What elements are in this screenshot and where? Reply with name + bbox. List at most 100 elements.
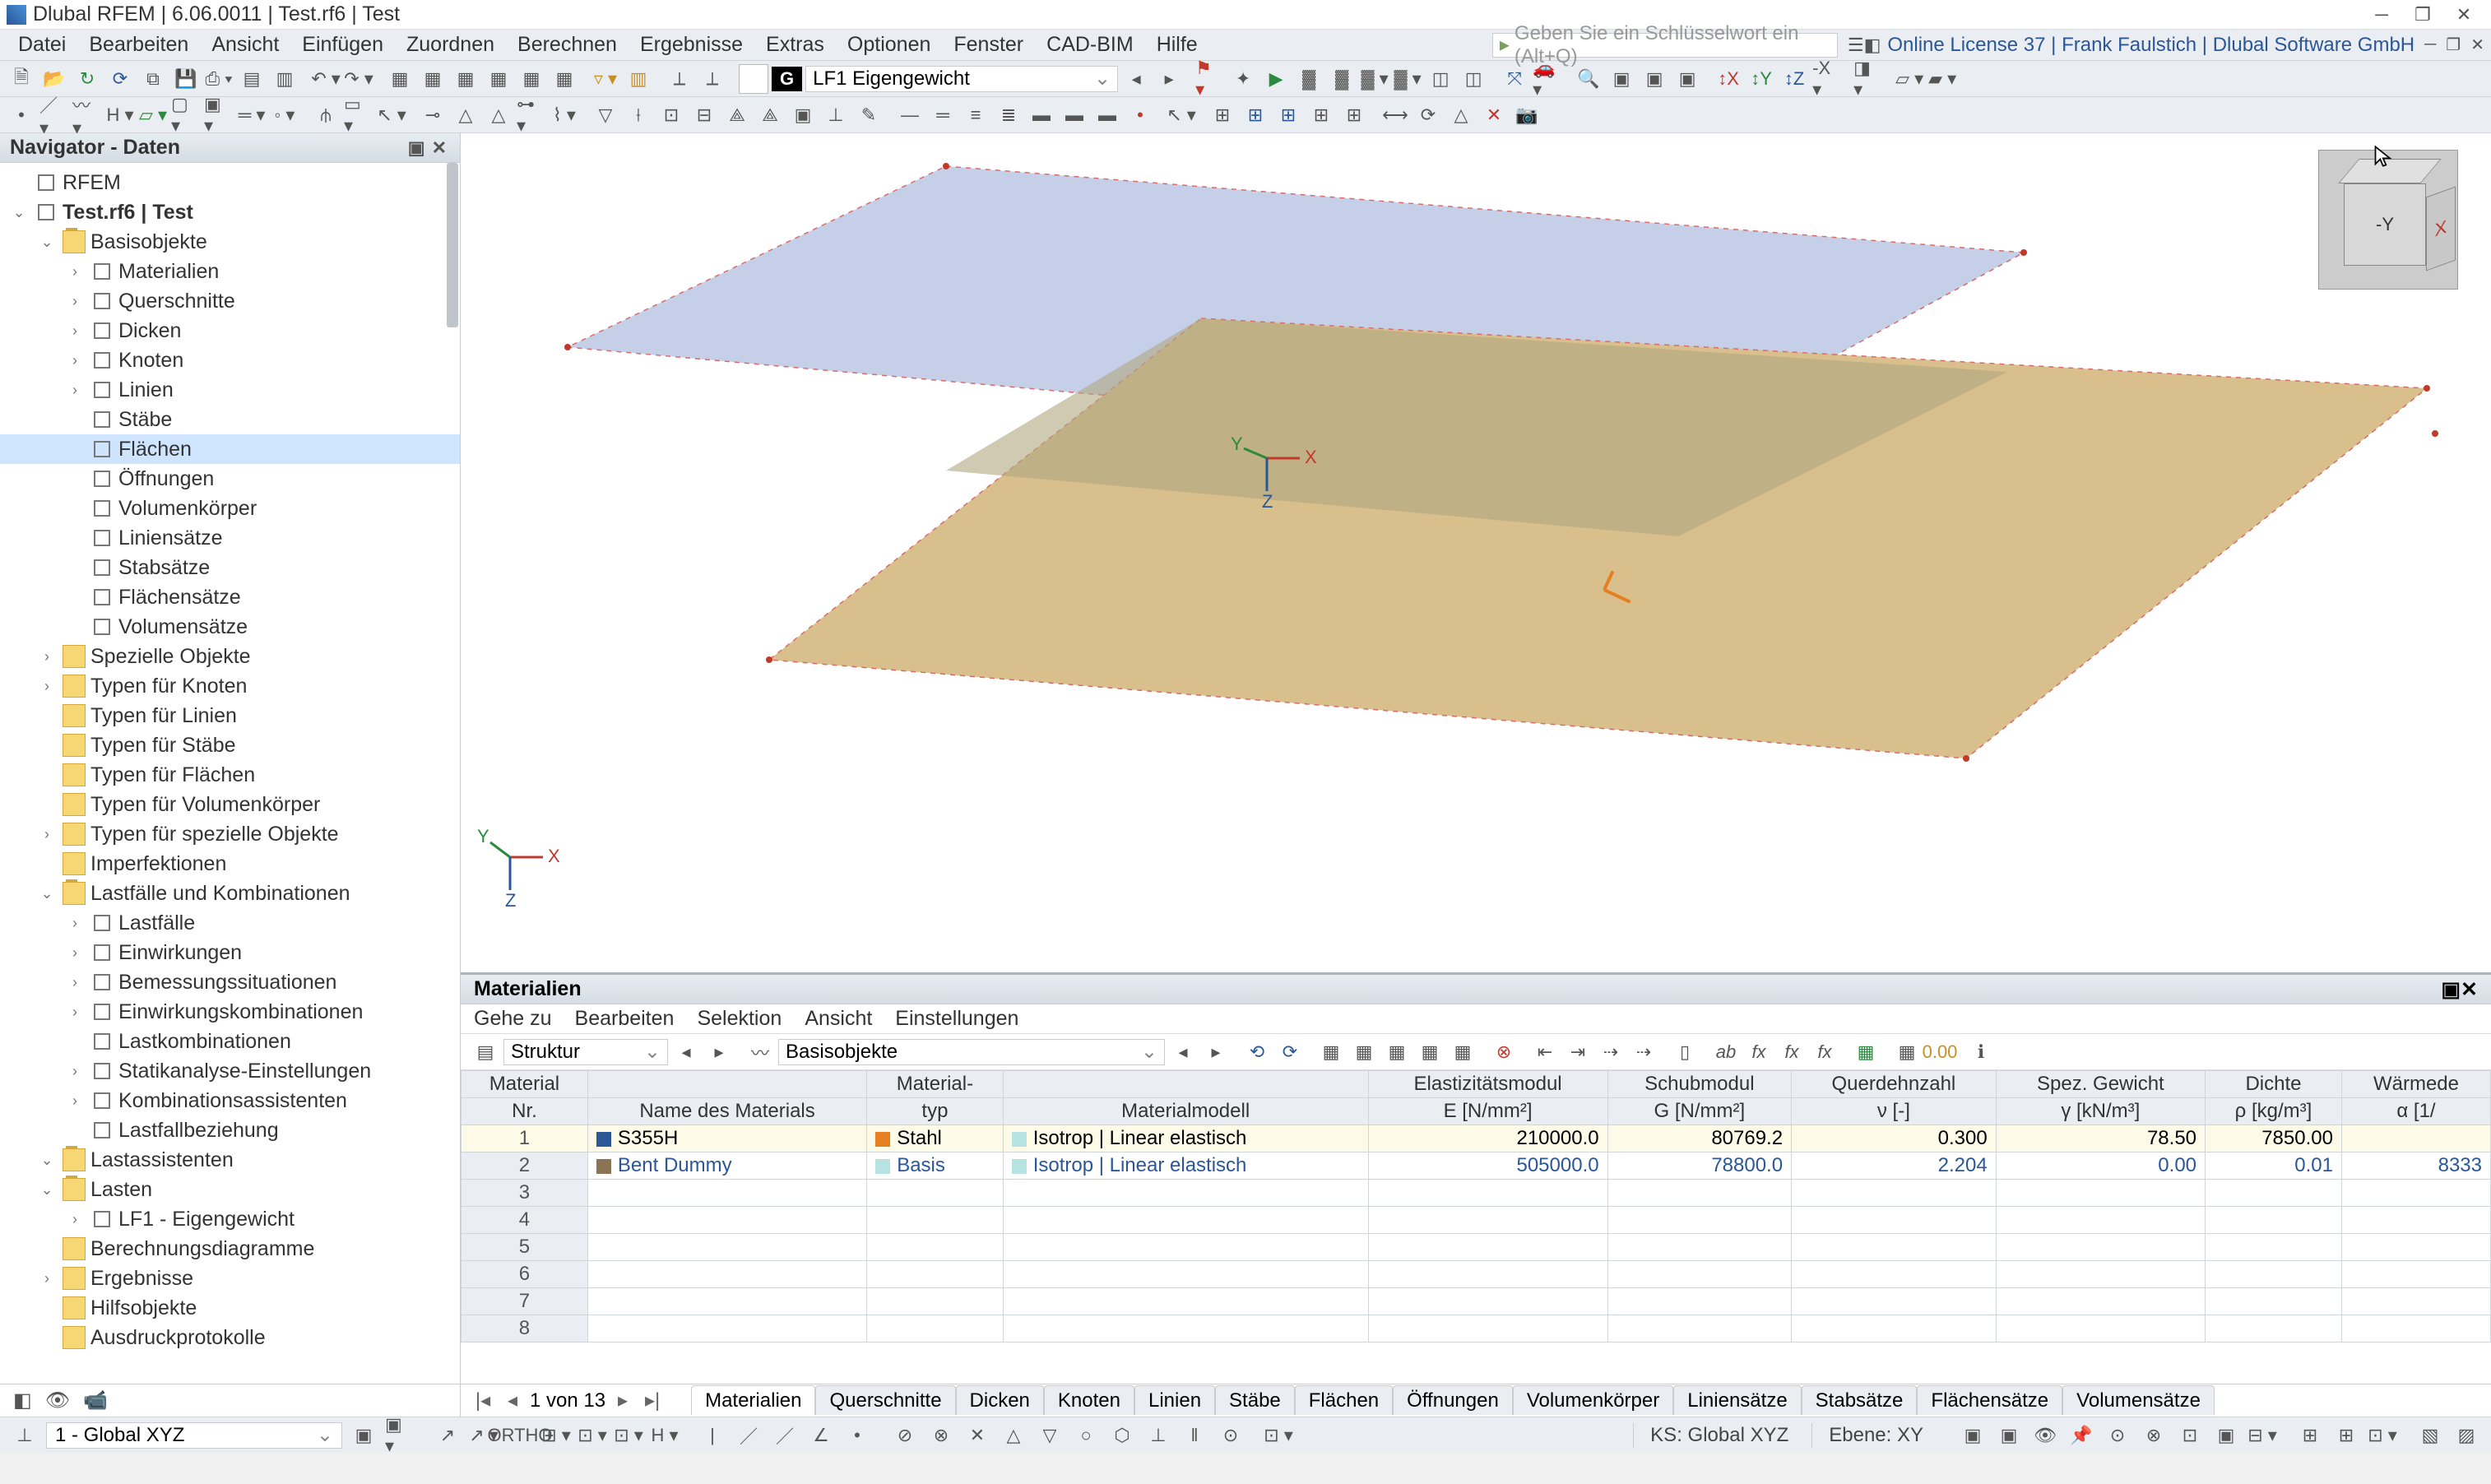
mdi-restore[interactable]: ❐ xyxy=(2446,35,2461,55)
line-icon[interactable]: ／ ▾ xyxy=(39,100,69,130)
table2-icon[interactable]: ▦ xyxy=(418,64,448,94)
tree-item[interactable]: ›Kombinationsassistenten xyxy=(0,1086,460,1115)
tree-item[interactable]: ›Statikanalyse-Einstellungen xyxy=(0,1056,460,1086)
sb-end4-icon[interactable]: 📌 xyxy=(2067,1421,2096,1450)
show5-icon[interactable]: ⟁ xyxy=(755,100,785,130)
table-close-icon[interactable]: ✕ xyxy=(2461,977,2478,1002)
sb-end3-icon[interactable]: 👁 xyxy=(2030,1421,2060,1450)
hinge-icon[interactable]: ⊸ xyxy=(418,100,448,130)
sb-10-icon[interactable]: | xyxy=(698,1421,727,1450)
gx-icon[interactable]: ↕X xyxy=(1714,64,1743,94)
maximize-button[interactable]: ❐ xyxy=(2402,4,2443,26)
view1-icon[interactable]: ⟂ xyxy=(665,64,694,94)
tablemenu-bearbeiten[interactable]: Bearbeiten xyxy=(575,1007,675,1031)
view2-icon[interactable]: ⟂ xyxy=(698,64,727,94)
tree-item[interactable]: ›Bemessungssituationen xyxy=(0,967,460,997)
model-viewport[interactable]: X Y Z X Y Z -Y X xyxy=(461,133,2491,972)
table-t4-icon[interactable]: ▦ xyxy=(1349,1037,1379,1067)
persp2-icon[interactable]: ▰ ▾ xyxy=(1927,64,1957,94)
tabnav-next[interactable]: ▸ xyxy=(610,1389,635,1412)
sb-12-icon[interactable]: ／ xyxy=(770,1421,800,1450)
t-a-icon[interactable]: ▓ xyxy=(1294,64,1324,94)
axis-icon[interactable]: ⤧ xyxy=(1500,64,1529,94)
save-icon[interactable]: 💾 xyxy=(171,64,201,94)
sb-23-icon[interactable]: ‖ xyxy=(1180,1421,1209,1450)
tree-item[interactable]: ⌄Lastassistenten xyxy=(0,1145,460,1175)
tree-item[interactable]: ›Einwirkungskombinationen xyxy=(0,997,460,1027)
sb-end8-icon[interactable]: ▣ xyxy=(2211,1421,2241,1450)
flag-icon[interactable]: ⚑ ▾ xyxy=(1195,64,1225,94)
t-d-icon[interactable]: ▓ ▾ xyxy=(1393,64,1422,94)
sb-18-icon[interactable]: △ xyxy=(999,1421,1028,1450)
show7-icon[interactable]: ⊥ xyxy=(821,100,851,130)
sb-end12-icon[interactable]: ⊡ ▾ xyxy=(2368,1421,2397,1450)
l1-icon[interactable]: — xyxy=(895,100,925,130)
status-cs-select[interactable]: 1 - Global XYZ xyxy=(46,1422,342,1449)
sb-25-icon[interactable]: ⊡ ▾ xyxy=(1264,1421,1293,1450)
tree-item[interactable]: ⌄Test.rf6 | Test xyxy=(0,197,460,227)
sb-14-icon[interactable]: • xyxy=(842,1421,872,1450)
loadcase-select[interactable]: LF1 Eigengewicht xyxy=(805,66,1118,92)
tree-item[interactable]: Liniensätze xyxy=(0,523,460,553)
sb-9-icon[interactable]: H ▾ xyxy=(650,1421,680,1450)
view-cube[interactable]: -Y X xyxy=(2318,150,2458,290)
menu-hilfe[interactable]: Hilfe xyxy=(1145,30,1209,60)
tabnav-prev[interactable]: ◂ xyxy=(500,1389,525,1412)
tablemenu-gehezu[interactable]: Gehe zu xyxy=(474,1007,552,1031)
iso-icon[interactable]: ◨ ▾ xyxy=(1853,64,1883,94)
table-tab[interactable]: Stäbe xyxy=(1215,1385,1295,1415)
mesh1-icon[interactable]: ⊞ xyxy=(1241,100,1270,130)
nav-tab-view-icon[interactable]: 👁 xyxy=(45,1389,70,1412)
table3-icon[interactable]: ▦ xyxy=(451,64,480,94)
table-tab[interactable]: Dicken xyxy=(956,1385,1044,1415)
cursor-icon[interactable]: ↖ ▾ xyxy=(1167,100,1196,130)
lf-prev-icon[interactable]: ◂ xyxy=(1121,64,1151,94)
menu-extras[interactable]: Extras xyxy=(754,30,836,60)
show3-icon[interactable]: ⊟ xyxy=(689,100,719,130)
tree-item[interactable]: Hilfsobjekte xyxy=(0,1293,460,1323)
table-tab[interactable]: Volumensätze xyxy=(2062,1385,2215,1415)
sb-end2-icon[interactable]: ▣ xyxy=(1994,1421,2024,1450)
tree-item[interactable]: ›Ergebnisse xyxy=(0,1264,460,1293)
tree-item[interactable]: ›Spezielle Objekte xyxy=(0,642,460,671)
section-icon[interactable]: H ▾ xyxy=(105,100,135,130)
table-tab[interactable]: Liniensätze xyxy=(1673,1385,1801,1415)
gmx-icon[interactable]: -X ▾ xyxy=(1812,64,1842,94)
mdi-minimize[interactable]: ─ xyxy=(2424,35,2436,54)
menu-ansicht[interactable]: Ansicht xyxy=(200,30,290,60)
table-tab[interactable]: Materialien xyxy=(691,1385,815,1415)
delete-icon[interactable]: ✕ xyxy=(1479,100,1509,130)
rotate-icon[interactable]: ⟳ xyxy=(1413,100,1443,130)
table-exp4-icon[interactable]: ⇢ xyxy=(1629,1037,1658,1067)
open-icon[interactable]: 📂 xyxy=(39,64,69,94)
sb-end6-icon[interactable]: ⊗ xyxy=(2139,1421,2169,1450)
l5-icon[interactable]: ▬ xyxy=(1027,100,1056,130)
tree-item[interactable]: Typen für Flächen xyxy=(0,760,460,790)
surface-icon[interactable]: ▱ ▾ xyxy=(138,100,168,130)
table-prev1-icon[interactable]: ◂ xyxy=(671,1037,701,1067)
tree-item[interactable]: Stabsätze xyxy=(0,553,460,582)
mirror-icon[interactable]: ⟷ xyxy=(1380,100,1410,130)
edit-icon[interactable]: ✎ xyxy=(854,100,884,130)
copy-icon[interactable]: ⧉ xyxy=(138,64,168,94)
sb-24-icon[interactable]: ⊙ xyxy=(1216,1421,1246,1450)
tree-item[interactable]: ›Linien xyxy=(0,375,460,405)
menu-zuordnen[interactable]: Zuordnen xyxy=(395,30,506,60)
menu-datei[interactable]: Datei xyxy=(7,30,77,60)
table-tab[interactable]: Flächensätze xyxy=(1917,1385,2062,1415)
table-t3-icon[interactable]: ▦ xyxy=(1316,1037,1346,1067)
new-icon[interactable]: 🗎 xyxy=(7,64,36,94)
tree-item[interactable]: Typen für Stäbe xyxy=(0,730,460,760)
flip-icon[interactable]: △ xyxy=(1446,100,1476,130)
results-icon[interactable]: ▥ xyxy=(624,64,653,94)
run-icon[interactable]: ▶ xyxy=(1261,64,1291,94)
table1-icon[interactable]: ▦ xyxy=(385,64,415,94)
tree-item[interactable]: ›Knoten xyxy=(0,345,460,375)
table-t5-icon[interactable]: ▦ xyxy=(1382,1037,1412,1067)
table-grid[interactable]: MaterialMaterial-ElastizitätsmodulSchubm… xyxy=(461,1070,2491,1384)
mesh3-icon[interactable]: ⊞ xyxy=(1306,100,1336,130)
car-icon[interactable]: 🚗 ▾ xyxy=(1533,64,1562,94)
show4-icon[interactable]: ⟁ xyxy=(722,100,752,130)
tree-item[interactable]: Flächensätze xyxy=(0,582,460,612)
grid-icon[interactable]: ⊞ xyxy=(1208,100,1237,130)
